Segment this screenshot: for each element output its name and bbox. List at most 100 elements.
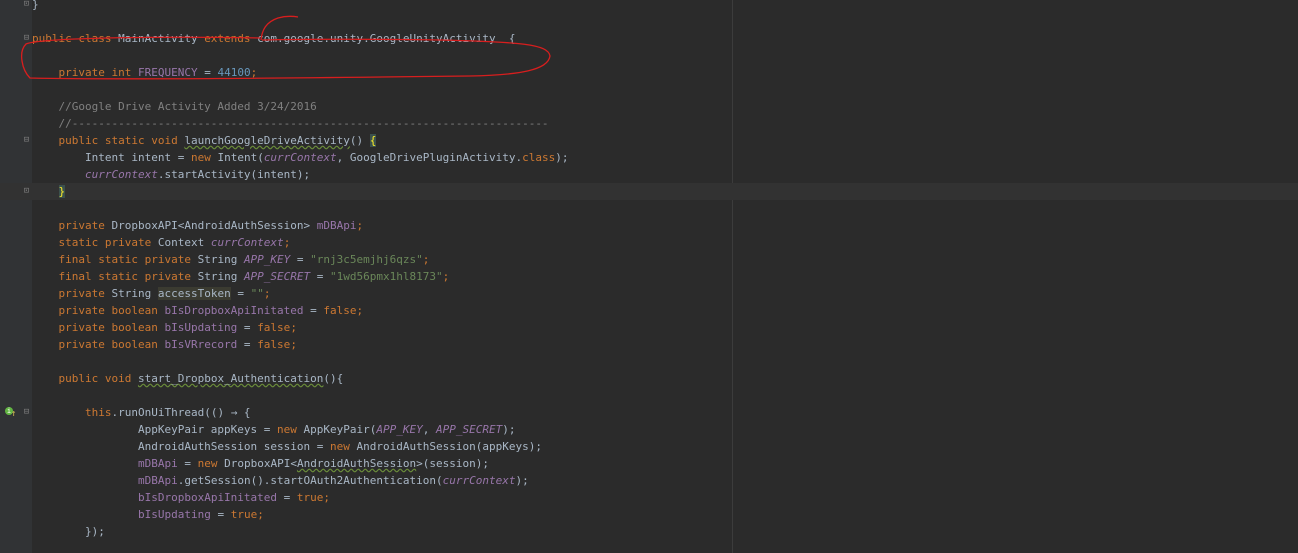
code-token: final static private [32, 270, 198, 283]
code-line[interactable]: final static private String APP_KEY = "r… [0, 251, 1298, 268]
code-text: AndroidAuthSession session = new Android… [32, 438, 542, 455]
code-text: } [32, 0, 39, 13]
code-token: APP_KEY [376, 423, 423, 436]
code-token: String [111, 287, 158, 300]
code-token: new [330, 440, 357, 453]
code-token: public class [32, 32, 119, 45]
code-token: new [277, 423, 304, 436]
code-text: final static private String APP_SECRET =… [32, 268, 449, 285]
code-token: ; [283, 236, 291, 249]
code-text: private String accessToken = ""; [32, 285, 270, 302]
code-line[interactable]: mDBApi = new DropboxAPI<AndroidAuthSessi… [0, 455, 1298, 472]
fold-marker-icon[interactable]: ⊟ [22, 34, 31, 43]
code-line[interactable]: private boolean bIsDropboxApiInitated = … [0, 302, 1298, 319]
code-token: //Google Drive Activity Added 3/24/2016 [32, 100, 317, 113]
code-text: bIsDropboxApiInitated = true; [32, 489, 330, 506]
code-text: } [32, 183, 66, 200]
code-editor[interactable]: ⊡} ⊟ public class MainActivity extends com… [0, 0, 1298, 553]
code-token: AndroidAuthSession(appKeys); [356, 440, 542, 453]
code-token: currContext [263, 151, 337, 164]
code-line[interactable]: mDBApi.getSession().startOAuth2Authentic… [0, 472, 1298, 489]
code-line[interactable]: private boolean bIsUpdating = false; [0, 319, 1298, 336]
code-line[interactable]: private DropboxAPI<AndroidAuthSession> m… [0, 217, 1298, 234]
code-text: static private Context currContext; [32, 234, 290, 251]
code-token: ; [257, 508, 264, 521]
code-token: AndroidAuthSession session = [32, 440, 331, 453]
code-token: class [522, 151, 556, 164]
code-text: private int FREQUENCY = 44100; [32, 64, 257, 81]
code-text: //--------------------------------------… [32, 115, 548, 132]
code-token: = [237, 338, 258, 351]
code-line[interactable]: }); [0, 523, 1298, 540]
code-line[interactable]: Intent intent = new Intent(currContext, … [0, 149, 1298, 166]
code-line[interactable]: AndroidAuthSession session = new Android… [0, 438, 1298, 455]
code-token: ); [555, 151, 569, 164]
code-line[interactable]: public void start_Dropbox_Authentication… [0, 370, 1298, 387]
code-token: .getSession().startOAuth2Authentication( [177, 474, 443, 487]
code-token: (){ [323, 372, 344, 385]
code-line[interactable]: ⊟ i ↑ this.runOnUiThread(() → { [0, 404, 1298, 421]
code-line[interactable]: AppKeyPair appKeys = new AppKeyPair(APP_… [0, 421, 1298, 438]
code-token: final static private [32, 253, 198, 266]
code-line[interactable]: private String accessToken = ""; [0, 285, 1298, 302]
fold-marker-icon[interactable]: ⊟ [22, 136, 31, 145]
code-token: Intent intent = [32, 151, 191, 164]
code-text: //Google Drive Activity Added 3/24/2016 [32, 98, 317, 115]
code-text: AppKeyPair appKeys = new AppKeyPair(APP_… [32, 421, 516, 438]
code-text: public static void launchGoogleDriveActi… [32, 132, 377, 149]
code-text: public void start_Dropbox_Authentication… [32, 370, 343, 387]
code-token: .startActivity(intent); [157, 168, 311, 181]
code-token: ; [263, 287, 271, 300]
code-line[interactable]: //Google Drive Activity Added 3/24/2016 [0, 98, 1298, 115]
code-token: AndroidAuthSession [296, 457, 417, 470]
code-token: static private [32, 236, 158, 249]
code-text: mDBApi = new DropboxAPI<AndroidAuthSessi… [32, 455, 489, 472]
code-token: new [197, 457, 225, 470]
code-token: launchGoogleDriveActivity [184, 134, 350, 147]
code-token: mDBApi [137, 474, 178, 487]
fold-marker-icon[interactable]: ⊟ [22, 408, 31, 417]
code-token: Context [157, 236, 211, 249]
code-line[interactable]: private boolean bIsVRrecord = false; [0, 336, 1298, 353]
code-token: false [323, 304, 357, 317]
code-token: ); [502, 423, 516, 436]
code-token: = [310, 270, 331, 283]
code-token: public static void [32, 134, 185, 147]
code-token: true [296, 491, 324, 504]
fold-marker-icon[interactable]: ⊡ [22, 187, 31, 196]
code-token: new [190, 151, 218, 164]
code-token: = [290, 253, 311, 266]
code-token: , [422, 423, 437, 436]
code-line[interactable]: bIsUpdating = true; [0, 506, 1298, 523]
fold-marker-icon[interactable]: ⊡ [22, 0, 31, 9]
code-token: ); [515, 474, 529, 487]
code-token: "" [250, 287, 264, 300]
code-line[interactable]: final static private String APP_SECRET =… [0, 268, 1298, 285]
code-token: bIsDropboxApiInitated [164, 304, 304, 317]
code-line[interactable]: static private Context currContext; [0, 234, 1298, 251]
code-token: private boolean [32, 304, 165, 317]
code-line[interactable]: ⊟ public class MainActivity extends com.g… [0, 30, 1298, 47]
code-token: APP_SECRET [243, 270, 311, 283]
code-line[interactable]: bIsDropboxApiInitated = true; [0, 489, 1298, 506]
code-line[interactable]: ⊡} [0, 0, 1298, 13]
code-token: AppKeyPair appKeys = [32, 423, 278, 436]
code-token: () [349, 134, 370, 147]
code-line[interactable]: private int FREQUENCY = 44100; [0, 64, 1298, 81]
code-token: MainActivity [118, 32, 205, 45]
code-token: = [277, 491, 297, 504]
code-text: }); [32, 523, 105, 540]
code-token: currContext [210, 236, 284, 249]
code-line[interactable]: //--------------------------------------… [0, 115, 1298, 132]
code-token: .runOnUiThread(() → { [111, 406, 251, 419]
code-token: bIsUpdating [137, 508, 211, 521]
code-line[interactable]: ⊟ public static void launchGoogleDriveAc… [0, 132, 1298, 149]
code-line[interactable]: ⊡ } [0, 183, 1298, 200]
code-token: ; [356, 219, 364, 232]
code-token: ; [290, 338, 297, 351]
code-token: }); [32, 525, 105, 538]
code-line[interactable]: currContext.startActivity(intent); [0, 166, 1298, 183]
